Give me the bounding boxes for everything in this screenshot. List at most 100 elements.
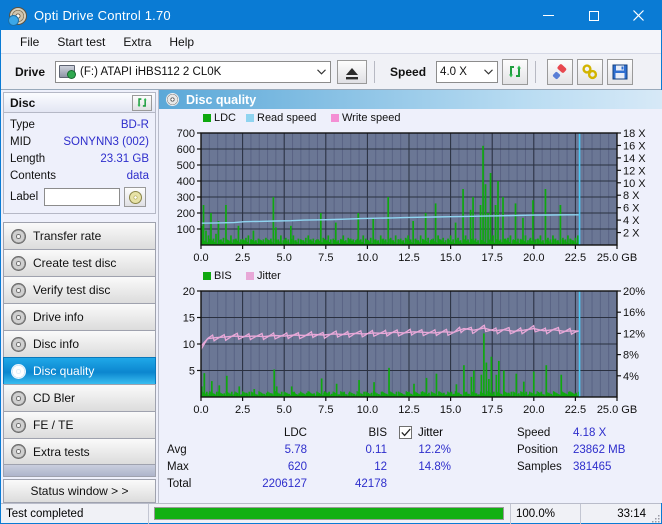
svg-text:25.0 GB: 25.0 GB [597, 252, 637, 264]
stats-row-label: Max [167, 460, 189, 473]
disc-panel-header: Disc [4, 93, 155, 113]
eject-button[interactable] [337, 59, 368, 84]
jitter-avg-value: 12.2% [418, 443, 451, 456]
svg-text:200: 200 [177, 208, 195, 220]
table-row: Avg 5.78 0.11 [167, 441, 399, 458]
elapsed-time: 33:14 [617, 507, 646, 520]
sidebar-item-disc-quality[interactable]: Disc quality [3, 357, 156, 384]
refresh-icon [508, 65, 521, 78]
speed-label: Speed [390, 64, 427, 79]
menu-start-test[interactable]: Start test [48, 32, 114, 52]
disc-type-label: Type [10, 118, 35, 131]
drive-icon [59, 65, 77, 79]
disc-label-input[interactable] [44, 188, 121, 206]
svg-text:BIS: BIS [214, 270, 232, 282]
minimize-icon [543, 15, 554, 16]
svg-text:10 X: 10 X [623, 178, 646, 190]
sidebar-item-drive-info[interactable]: Drive info [3, 303, 156, 330]
main-panel: Disc quality LDC Read speed Write speed 100… [158, 90, 662, 503]
sidebar-item-label: Verify test disc [33, 283, 111, 297]
window-controls [526, 1, 661, 30]
disc-row-contents: Contents data [10, 167, 149, 184]
disc-quality-icon [166, 93, 179, 106]
close-button[interactable] [616, 1, 661, 30]
sidebar-item-label: Disc info [33, 337, 80, 351]
status-window-button[interactable]: Status window > > [3, 479, 156, 503]
refresh-button[interactable] [502, 58, 529, 85]
stats-total-ldc: 2206127 [262, 477, 307, 490]
menu-extra[interactable]: Extra [114, 32, 160, 52]
disc-refresh-button[interactable] [132, 94, 152, 111]
app-disc-icon [8, 6, 27, 26]
run-info: Speed 4.18 X Position 23862 MB Samples 3… [517, 424, 662, 503]
save-button[interactable] [607, 58, 634, 85]
progress-fill [155, 508, 503, 519]
sidebar-item-create-test-disc[interactable]: Create test disc [3, 249, 156, 276]
sidebar-item-verify-test-disc[interactable]: Verify test disc [3, 276, 156, 303]
minimize-button[interactable] [526, 1, 571, 30]
chart-ldc-readspeed: LDC Read speed Write speed 100 200 300 400 500 6… [159, 109, 662, 267]
sidebar-item-fe-te[interactable]: FE / TE [3, 411, 156, 438]
svg-text:10: 10 [183, 339, 195, 351]
disc-label-button[interactable] [124, 187, 147, 207]
save-icon [612, 64, 628, 79]
drive-select[interactable]: (F:) ATAPI iHBS112 2 CL0K [55, 60, 332, 83]
disc-contents-value: data [126, 169, 149, 182]
svg-text:700: 700 [177, 128, 195, 140]
link-button[interactable] [577, 58, 604, 85]
stats-row-label: Avg [167, 443, 187, 456]
svg-text:17.5: 17.5 [481, 404, 502, 416]
erase-button[interactable] [547, 58, 574, 85]
status-bar: Test completed 100.0% 33:14 [1, 503, 661, 524]
disc-panel-title: Disc [10, 95, 36, 110]
resize-grip[interactable] [651, 504, 661, 524]
charts-area: LDC Read speed Write speed 100 200 300 400 500 6… [159, 109, 662, 419]
svg-text:600: 600 [177, 144, 195, 156]
disc-icon [11, 336, 26, 352]
svg-text:100: 100 [177, 224, 195, 236]
svg-text:8 X: 8 X [623, 190, 640, 202]
app-window: Opti Drive Control 1.70 File Start test … [0, 0, 662, 524]
menu-help[interactable]: Help [160, 32, 203, 52]
svg-text:10.0: 10.0 [357, 404, 378, 416]
svg-text:12%: 12% [623, 328, 645, 340]
disc-icon [11, 390, 26, 406]
sidebar-item-disc-info[interactable]: Disc info [3, 330, 156, 357]
speed-select[interactable]: 4.0 X [436, 60, 499, 83]
svg-text:300: 300 [177, 192, 195, 204]
svg-text:0.0: 0.0 [193, 404, 208, 416]
disc-label-row: Label [10, 186, 149, 208]
stats-col-ldc: LDC [283, 426, 307, 439]
sidebar-item-extra-tests[interactable]: Extra tests [3, 438, 156, 465]
menu-file[interactable]: File [11, 32, 48, 52]
toolbar-divider-1 [374, 60, 376, 83]
stats-avg-ldc: 5.78 [284, 443, 307, 456]
svg-text:16 X: 16 X [623, 140, 646, 152]
stats-avg-bis: 0.11 [365, 443, 387, 456]
sidebar-item-cd-bler[interactable]: CD Bler [3, 384, 156, 411]
progress-percent: 100.0% [511, 503, 581, 524]
jitter-avg-row: 12.2% [399, 441, 517, 458]
svg-text:15: 15 [183, 313, 195, 325]
svg-text:5.0: 5.0 [277, 252, 292, 264]
window-title: Opti Drive Control 1.70 [34, 8, 171, 23]
eraser-icon [552, 63, 567, 79]
sidebar-nav: Transfer rate Create test disc Verify te… [3, 222, 156, 465]
svg-text:4%: 4% [623, 371, 639, 383]
svg-text:2.5: 2.5 [235, 252, 250, 264]
maximize-button[interactable] [571, 1, 616, 30]
chart-bottom-svg: BIS Jitter 5 10 15 20 4% 8% 12% 16% 20% 0.0 2.5 5.0 7.… [183, 270, 645, 416]
svg-text:LDC: LDC [214, 112, 236, 124]
svg-text:22.5: 22.5 [565, 252, 586, 264]
speed-select-value: 4.0 X [440, 65, 467, 78]
sidebar-item-label: FE / TE [33, 418, 74, 432]
svg-text:5.0: 5.0 [277, 404, 292, 416]
disc-icon [11, 282, 26, 298]
jitter-checkbox[interactable] [399, 426, 412, 439]
refresh-icon [137, 97, 147, 108]
disc-icon [128, 190, 142, 204]
disc-icon [11, 228, 26, 244]
svg-text:Write speed: Write speed [342, 112, 401, 124]
svg-text:7.5: 7.5 [318, 252, 333, 264]
sidebar-item-transfer-rate[interactable]: Transfer rate [3, 222, 156, 249]
